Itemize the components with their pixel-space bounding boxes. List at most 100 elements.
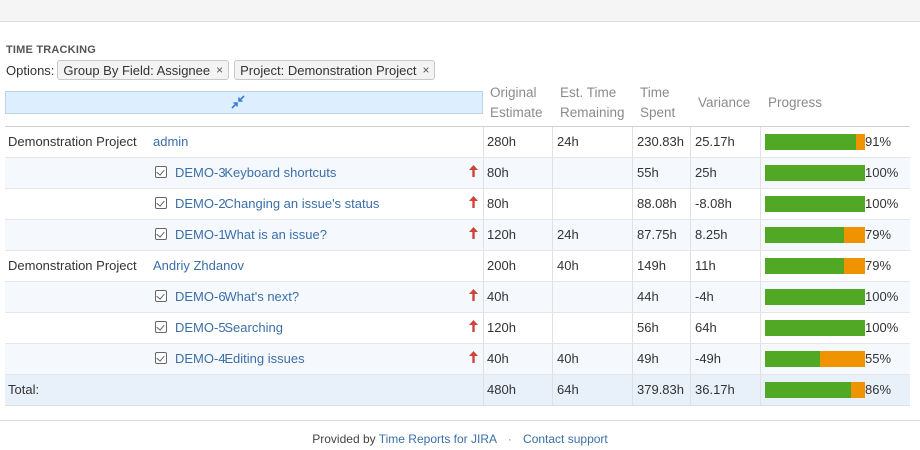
issue-key-link[interactable]: DEMO-1 <box>175 220 226 250</box>
issue-row: DEMO-2 Changing an issue's status 80h 88.08… <box>5 189 910 220</box>
priority-arrow-up-icon <box>469 196 478 208</box>
assignee-link[interactable]: admin <box>153 127 188 157</box>
original-estimate-cell: 80h <box>487 196 509 211</box>
footer-provided-by: Provided by <box>312 432 376 446</box>
column-divider <box>552 127 553 157</box>
column-divider <box>760 375 761 405</box>
issue-key-link[interactable]: DEMO-3 <box>175 158 226 188</box>
issue-summary-link[interactable]: Editing issues <box>224 344 304 374</box>
issue-row: DEMO-5 Searching 120h 56h 64h 100% <box>5 313 910 344</box>
progress-percent: 100% <box>865 165 899 180</box>
issue-key-link[interactable]: DEMO-4 <box>175 344 226 374</box>
remove-filter-icon[interactable]: × <box>422 63 429 77</box>
variance-cell: 36.17h <box>695 382 735 397</box>
header-line: Original <box>490 85 537 100</box>
time-spent-cell: 230.83h <box>637 134 684 149</box>
progress-bar <box>765 165 865 181</box>
issue-key-link[interactable]: DEMO-6 <box>175 282 226 312</box>
issue-summary-link[interactable]: Changing an issue's status <box>224 189 379 219</box>
original-estimate-cell: 80h <box>487 165 509 180</box>
contact-support-link[interactable]: Contact support <box>523 432 608 446</box>
issue-key-link[interactable]: DEMO-5 <box>175 313 226 343</box>
column-divider <box>552 313 553 343</box>
header-line: Time <box>640 85 670 100</box>
time-spent-cell: 87.75h <box>637 227 677 242</box>
original-estimate-cell: 280h <box>487 134 516 149</box>
column-header-est-time-remaining[interactable]: Est. Time Remaining <box>560 83 625 123</box>
column-header-variance[interactable]: Variance <box>698 93 750 113</box>
column-divider <box>690 189 691 219</box>
header-line: Spent <box>640 105 676 120</box>
column-divider <box>632 282 633 312</box>
issue-type-icon <box>155 321 167 333</box>
issue-key-link[interactable]: DEMO-2 <box>175 189 226 219</box>
collapse-icon[interactable] <box>231 95 245 109</box>
time-spent-cell: 56h <box>637 320 659 335</box>
remaining-estimate-cell: 40h <box>557 258 579 273</box>
column-divider <box>632 375 633 405</box>
column-header-original-estimate[interactable]: Original Estimate <box>490 83 543 123</box>
remove-filter-icon[interactable]: × <box>216 63 223 77</box>
progress-bar-fill <box>765 289 865 305</box>
progress-bar-fill <box>765 134 856 150</box>
column-divider <box>632 158 633 188</box>
variance-cell: 25h <box>695 165 717 180</box>
remaining-estimate-cell: 64h <box>557 382 579 397</box>
progress-bar-fill <box>765 227 844 243</box>
column-divider <box>760 313 761 343</box>
column-divider <box>760 220 761 250</box>
progress-percent: 91% <box>865 134 892 149</box>
progress-bar <box>765 134 865 150</box>
original-estimate-cell: 40h <box>487 289 509 304</box>
header-line: Est. Time <box>560 85 617 100</box>
filter-chip-group-by[interactable]: Group By Field: Assignee × <box>57 60 230 80</box>
options-label: Options: <box>6 62 55 78</box>
issue-summary-link[interactable]: Searching <box>224 313 283 343</box>
issue-summary-link[interactable]: Keyboard shortcuts <box>224 158 336 188</box>
variance-cell: 64h <box>695 320 717 335</box>
product-link[interactable]: Time Reports for JIRA <box>379 432 497 446</box>
issue-row: DEMO-3 Keyboard shortcuts 80h 55h 25h 100% <box>5 158 910 189</box>
column-divider <box>483 313 484 343</box>
project-name: Demonstration Project <box>8 258 137 273</box>
progress-percent: 79% <box>865 227 892 242</box>
issue-row: DEMO-1 What is an issue? 120h 24h 87.75h 8.25… <box>5 220 910 251</box>
progress-bar-fill <box>765 258 844 274</box>
variance-cell: 25.17h <box>695 134 735 149</box>
original-estimate-cell: 480h <box>487 382 516 397</box>
header-line: Estimate <box>490 105 543 120</box>
issue-summary-link[interactable]: What is an issue? <box>224 220 327 250</box>
issue-type-icon <box>155 228 167 240</box>
column-divider <box>483 158 484 188</box>
column-divider <box>632 189 633 219</box>
time-spent-cell: 88.08h <box>637 196 677 211</box>
filter-chip-label: Project: Demonstration Project <box>240 62 417 78</box>
issue-summary-link[interactable]: What's next? <box>224 282 299 312</box>
column-divider <box>483 220 484 250</box>
progress-bar-fill <box>765 320 865 336</box>
header-line: Remaining <box>560 105 625 120</box>
column-header-progress[interactable]: Progress <box>768 93 822 113</box>
issue-type-icon <box>155 352 167 364</box>
assignee-group-row: Demonstration Project admin 280h 24h 230.83h… <box>5 127 910 158</box>
column-divider <box>483 189 484 219</box>
column-divider <box>552 251 553 281</box>
project-name: Demonstration Project <box>8 134 137 149</box>
column-divider <box>760 127 761 157</box>
assignee-link[interactable]: Andriy Zhdanov <box>153 251 244 281</box>
time-spent-cell: 44h <box>637 289 659 304</box>
progress-bar <box>765 227 865 243</box>
progress-percent: 55% <box>865 351 892 366</box>
column-header-time-spent[interactable]: Time Spent <box>640 83 675 123</box>
footer-separator: · <box>507 432 512 446</box>
column-divider <box>760 158 761 188</box>
issue-type-icon <box>155 290 167 302</box>
filter-chip-label: Group By Field: Assignee <box>63 62 211 78</box>
top-bar <box>0 0 920 22</box>
filter-chip-project[interactable]: Project: Demonstration Project × <box>234 60 436 80</box>
remaining-estimate-cell: 24h <box>557 134 579 149</box>
priority-arrow-up-icon <box>469 320 478 332</box>
progress-bar <box>765 196 865 212</box>
column-divider <box>552 375 553 405</box>
progress-percent: 100% <box>865 196 899 211</box>
